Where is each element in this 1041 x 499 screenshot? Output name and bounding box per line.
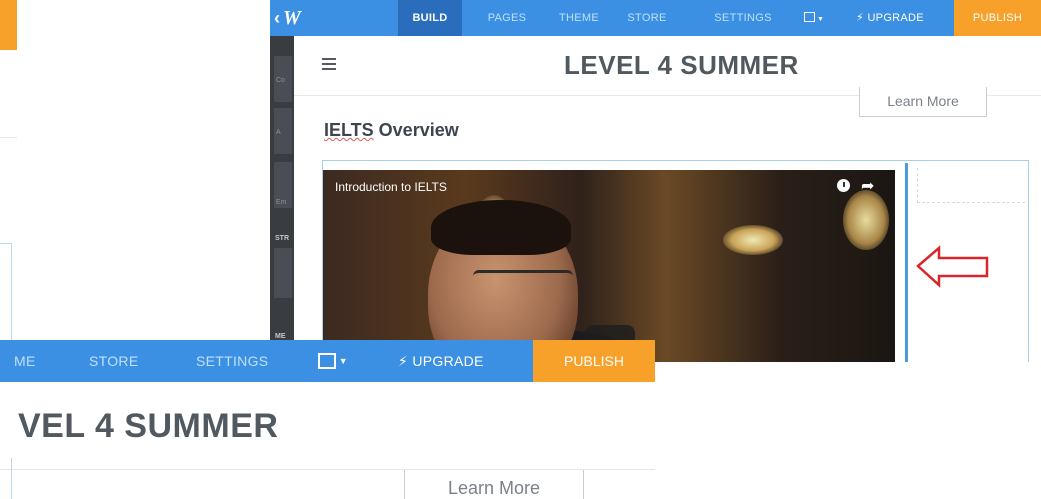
tab-settings[interactable]: SETTINGS [196, 340, 268, 382]
hamburger-menu-icon[interactable] [322, 58, 336, 60]
publish-button[interactable]: PUBLISH [954, 0, 1041, 36]
video-frame-light [723, 225, 783, 255]
device-preview-button[interactable]: ▼ [318, 340, 348, 382]
publish-button[interactable]: PUBLISH [533, 340, 655, 382]
tab-store[interactable]: STORE [622, 0, 672, 36]
elements-sidebar: Co A Em STR ME [270, 36, 294, 362]
video-frame-person-hair [431, 200, 571, 255]
tab-theme[interactable]: THEME [554, 0, 604, 36]
tab-build[interactable]: BUILD [398, 0, 462, 36]
upgrade-label: UPGRADE [867, 12, 924, 24]
element-label: Em [276, 199, 287, 206]
video-frame-light [843, 190, 889, 250]
tab-theme[interactable]: ME [14, 340, 36, 382]
learn-more-button[interactable]: Learn More [859, 87, 987, 117]
background-divider [0, 137, 17, 138]
sidebar-section-heading: ME [275, 333, 286, 340]
left-arrow-annotation-icon [916, 245, 989, 288]
lightning-icon: ⚡ [398, 353, 409, 369]
weebly-logo-icon: W [283, 7, 301, 29]
tab-pages[interactable]: PAGES [482, 0, 532, 36]
learn-more-button[interactable]: Learn More [404, 470, 584, 499]
element-tile[interactable] [274, 248, 292, 298]
tab-store[interactable]: STORE [89, 340, 138, 382]
upgrade-button[interactable]: ⚡ UPGRADE [850, 0, 930, 36]
upgrade-label: UPGRADE [412, 353, 484, 369]
heading-word-ielts: IELTS [324, 120, 374, 140]
upgrade-button[interactable]: ⚡ UPGRADE [398, 340, 484, 382]
device-preview-button[interactable]: ▼ [796, 0, 832, 36]
section-heading[interactable]: IELTS Overview [324, 120, 459, 141]
top-toolbar: ‹ W BUILD PAGES THEME STORE SETTINGS ▼ ⚡… [270, 0, 1041, 36]
back-chevron-icon: ‹ [274, 8, 280, 28]
element-label: Co [276, 77, 285, 84]
youtube-video-embed[interactable]: Introduction to IELTS ➦ [323, 170, 895, 362]
zoomed-toolbar: ME STORE SETTINGS ▼ ⚡ UPGRADE PUBLISH [0, 340, 655, 382]
tab-settings[interactable]: SETTINGS [710, 0, 776, 36]
editor-window: ‹ W BUILD PAGES THEME STORE SETTINGS ▼ ⚡… [270, 0, 1041, 362]
caret-down-icon: ▼ [336, 356, 349, 366]
zoomed-header-overlay: ME STORE SETTINGS ▼ ⚡ UPGRADE PUBLISH VE… [0, 340, 655, 499]
section-frame-edge [11, 458, 12, 499]
sidebar-section-heading: STR [275, 235, 289, 242]
heading-word-overview: Overview [373, 120, 459, 140]
video-frame-glasses [473, 270, 573, 290]
weebly-logo-button[interactable]: ‹ W [270, 0, 315, 36]
site-title[interactable]: VEL 4 SUMMER [18, 407, 278, 446]
lightning-icon: ⚡ [856, 12, 865, 24]
desktop-icon [803, 12, 815, 22]
site-title[interactable]: LEVEL 4 SUMMER [564, 50, 799, 81]
video-title[interactable]: Introduction to IELTS [335, 180, 447, 194]
empty-column-placeholder[interactable] [917, 168, 1025, 203]
watch-later-clock-icon[interactable] [837, 179, 850, 192]
column-resize-handle[interactable] [905, 163, 908, 362]
caret-down-icon: ▼ [814, 16, 825, 23]
element-label: A [276, 129, 281, 136]
share-arrow-icon[interactable]: ➦ [861, 176, 874, 196]
desktop-icon [318, 353, 336, 369]
background-publish-edge [0, 0, 17, 50]
